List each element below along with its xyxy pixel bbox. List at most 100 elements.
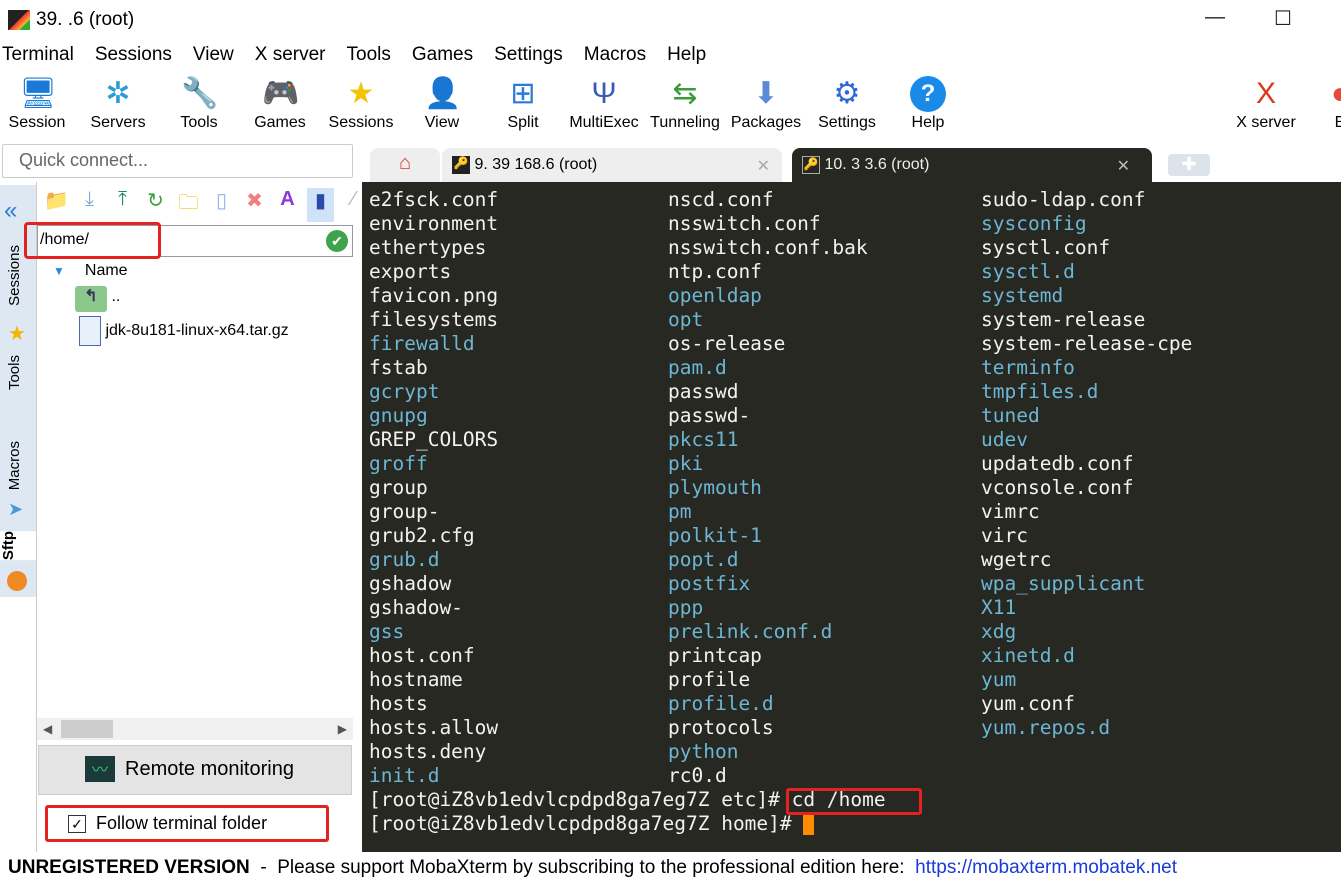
- archive-icon: [79, 316, 101, 346]
- toolbar-label: Help: [911, 114, 945, 131]
- toolbar-split-button[interactable]: ⊞ Split: [483, 74, 563, 132]
- parent-folder-icon[interactable]: 📁: [43, 188, 70, 222]
- toolbar-help-button[interactable]: ? Help: [888, 74, 968, 132]
- menu-settings[interactable]: Settings: [492, 44, 574, 72]
- terminal-entry: plymouth: [668, 476, 762, 499]
- toolbar-label: Servers: [90, 114, 146, 131]
- home-tab[interactable]: ⌂: [370, 148, 440, 182]
- terminal-entry: udev: [981, 428, 1028, 451]
- name-column-header[interactable]: ▼ Name: [53, 262, 128, 280]
- tab-session-9[interactable]: 🔑 9. 39 168.6 (root) ✕: [442, 148, 782, 182]
- view-icon: 👤: [424, 77, 462, 110]
- tunneling-icon: ⇆: [672, 77, 698, 110]
- terminal-entry: ppp: [668, 596, 704, 619]
- toolbar-games-button[interactable]: 🎮 Games: [240, 74, 320, 132]
- confirm-path-icon[interactable]: ✔: [326, 230, 348, 252]
- terminal-entry: opt: [668, 308, 704, 331]
- file-row[interactable]: jdk-8u181-linux-x64.tar.gz: [79, 316, 289, 346]
- xserver-icon: X: [1255, 77, 1276, 110]
- toolbar-multiexec-button[interactable]: Ψ MultiExec: [564, 74, 644, 132]
- window-title: 39. .6 (root): [36, 9, 135, 30]
- terminal-column: nscd.conf nsswitch.conf nsswitch.conf.bak n…: [668, 188, 868, 788]
- toolbar-settings-button[interactable]: ⚙ Settings: [807, 74, 887, 132]
- terminal-entry: init.d: [369, 764, 440, 787]
- terminal-entry: nsswitch.conf.bak: [668, 236, 868, 259]
- refresh-icon[interactable]: ↻: [142, 188, 169, 222]
- menu-tools[interactable]: Tools: [345, 44, 402, 72]
- terminal-entry: profile.d: [668, 692, 774, 715]
- terminal-entry: grub.d: [369, 548, 440, 571]
- side-tab-tools[interactable]: Tools: [6, 355, 23, 390]
- new-folder-icon[interactable]: 🗀: [175, 188, 202, 222]
- mobatek-link[interactable]: https://mobaxterm.mobatek.net: [915, 857, 1177, 878]
- remote-monitoring-button[interactable]: 〰 Remote monitoring: [38, 745, 352, 795]
- terminal-entry: printcap: [668, 644, 762, 667]
- menu-x-server[interactable]: X server: [253, 44, 337, 72]
- side-tab-sessions[interactable]: Sessions: [6, 245, 23, 306]
- new-tab-button[interactable]: ✚: [1168, 154, 1210, 176]
- menu-help[interactable]: Help: [665, 44, 717, 72]
- terminal-entry: hosts: [369, 692, 428, 715]
- terminal-entry: tmpfiles.d: [981, 380, 1099, 403]
- side-tab-macros[interactable]: Macros: [6, 441, 23, 490]
- close-tab-icon[interactable]: ✕: [757, 156, 770, 176]
- toolbar-x-server-button[interactable]: X X server: [1226, 74, 1306, 132]
- terminal-entry: hosts.allow: [369, 716, 499, 739]
- terminal-entry: hostname: [369, 668, 463, 691]
- settings-icon: ⚙: [833, 77, 861, 110]
- toolbar-tools-button[interactable]: 🔧 Tools: [159, 74, 239, 132]
- file-row[interactable]: ↰ ..: [75, 286, 120, 312]
- checkbox-label: Follow terminal folder: [96, 813, 268, 833]
- collapse-icon[interactable]: «: [4, 199, 17, 223]
- toolbar-session-button[interactable]: 🖥 Session: [0, 74, 77, 132]
- menu-view[interactable]: View: [191, 44, 245, 72]
- menu-games[interactable]: Games: [410, 44, 484, 72]
- footer-message: - Please support MobaXterm by subscribin…: [249, 857, 916, 878]
- checkbox-checked-icon: ✓: [68, 815, 86, 833]
- close-tab-icon[interactable]: ✕: [1117, 156, 1130, 176]
- horizontal-scrollbar[interactable]: ◀ ▶: [37, 718, 353, 740]
- send-icon: ➤: [8, 499, 24, 519]
- follow-terminal-folder-checkbox[interactable]: ✓ Follow terminal folder: [45, 805, 329, 842]
- toolbar-e-button[interactable]: ● E: [1300, 74, 1341, 132]
- terminal-entry: sudo-ldap.conf: [981, 188, 1146, 211]
- terminal[interactable]: e2fsck.conf environment ethertypes exports f…: [362, 182, 1341, 852]
- tools-icon: 🔧: [181, 77, 219, 110]
- terminal-line: [root@iZ8vb1edvlcpdpd8ga7eg7Z home]#: [369, 812, 815, 836]
- file-name: jdk-8u181-linux-x64.tar.gz: [105, 322, 289, 340]
- toolbar-tunneling-button[interactable]: ⇆ Tunneling: [645, 74, 725, 132]
- menu-macros[interactable]: Macros: [582, 44, 657, 72]
- menu-sessions[interactable]: Sessions: [93, 44, 183, 72]
- toolbar-label: E: [1334, 114, 1341, 131]
- side-tab-sftp[interactable]: Sftp: [0, 531, 36, 561]
- terminal-entry: vimrc: [981, 500, 1040, 523]
- tab-session-10[interactable]: 🔑 10. 3 3.6 (root) ✕: [792, 148, 1152, 182]
- toolbar-sessions-button[interactable]: ★ Sessions: [321, 74, 401, 132]
- terminal-entry: openldap: [668, 284, 762, 307]
- terminal-entry: GREP_COLORS: [369, 428, 499, 451]
- prompt: [root@iZ8vb1edvlcpdpd8ga7eg7Z home]#: [369, 812, 792, 835]
- toolbar-packages-button[interactable]: ⬇ Packages: [726, 74, 806, 132]
- app-icon: [8, 10, 30, 30]
- new-file-icon[interactable]: ▯: [208, 188, 235, 222]
- minimize-button[interactable]: —: [1205, 6, 1225, 29]
- toolbar-label: View: [424, 114, 460, 131]
- toolbar-view-button[interactable]: 👤 View: [402, 74, 482, 132]
- maximize-button[interactable]: ☐: [1274, 6, 1292, 31]
- terminal-entry: wpa_supplicant: [981, 572, 1146, 595]
- terminal-entry: xdg: [981, 620, 1017, 643]
- upload-icon[interactable]: ⤒: [109, 188, 136, 222]
- permissions-icon[interactable]: ▮: [307, 188, 334, 222]
- rename-icon[interactable]: A: [274, 188, 301, 222]
- download-icon[interactable]: ⤓: [76, 188, 103, 222]
- toolbar-label: Tools: [180, 114, 218, 131]
- highlight-box: [786, 788, 922, 815]
- quick-connect-input[interactable]: Quick connect...: [2, 144, 353, 178]
- menu-terminal[interactable]: Terminal: [0, 44, 85, 72]
- toolbar-servers-button[interactable]: ✲ Servers: [78, 74, 158, 132]
- wand-icon[interactable]: ⁄: [340, 188, 367, 222]
- tab-label: 9. 39 168.6 (root): [474, 156, 598, 174]
- delete-icon[interactable]: ✖: [241, 188, 268, 222]
- terminal-entry: prelink.conf.d: [668, 620, 833, 643]
- file-name: ..: [111, 288, 121, 305]
